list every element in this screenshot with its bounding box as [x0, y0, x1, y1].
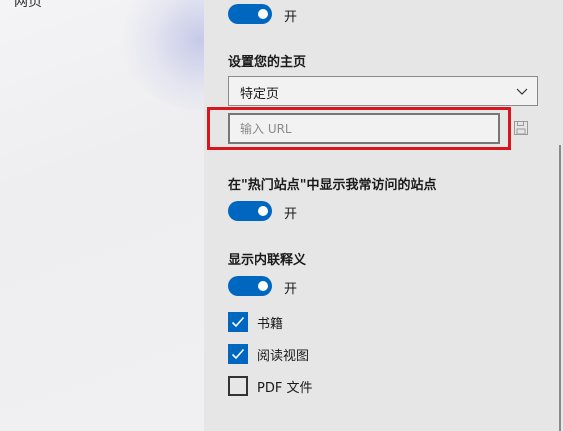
- pdf-checkbox[interactable]: [228, 376, 248, 396]
- reading-view-checkbox[interactable]: [228, 344, 248, 364]
- homepage-heading: 设置您的主页: [228, 55, 307, 70]
- scrollbar[interactable]: [557, 0, 563, 431]
- checkmark-icon: [231, 316, 245, 328]
- homepage-url-input[interactable]: [228, 113, 500, 144]
- save-icon[interactable]: [513, 120, 529, 136]
- scrollbar-thumb[interactable]: [559, 145, 561, 431]
- background-blur: [120, 0, 204, 110]
- homepage-dropdown-value: 特定页: [240, 87, 280, 102]
- top-sites-heading: 在"热门站点"中显示我常访问的站点: [228, 178, 437, 193]
- reading-view-label: 阅读视图: [257, 349, 310, 364]
- homepage-dropdown[interactable]: 特定页: [228, 76, 538, 106]
- top-sites-toggle[interactable]: [228, 201, 272, 221]
- pdf-label: PDF 文件: [257, 381, 313, 396]
- open-toggle-label: 开: [284, 10, 298, 25]
- checkmark-icon: [231, 348, 245, 360]
- settings-panel: 开 设置您的主页 特定页 在"热门站点"中显示我常访问的站点 开 显示内联释义 …: [204, 0, 563, 431]
- inline-definitions-heading: 显示内联释义: [228, 253, 307, 268]
- background-page-label: 网页: [14, 0, 42, 10]
- inline-definitions-toggle-label: 开: [284, 282, 298, 297]
- books-checkbox[interactable]: [228, 312, 248, 332]
- app-window: 网页 开 设置您的主页 特定页 在"热门站点"中显示我常访问的站点 开 显示内联…: [0, 0, 563, 431]
- background-page: 网页: [0, 0, 204, 431]
- chevron-down-icon: [516, 88, 528, 95]
- open-toggle[interactable]: [228, 4, 272, 24]
- books-label: 书籍: [257, 317, 284, 332]
- inline-definitions-toggle[interactable]: [228, 276, 272, 296]
- top-sites-toggle-label: 开: [284, 207, 298, 222]
